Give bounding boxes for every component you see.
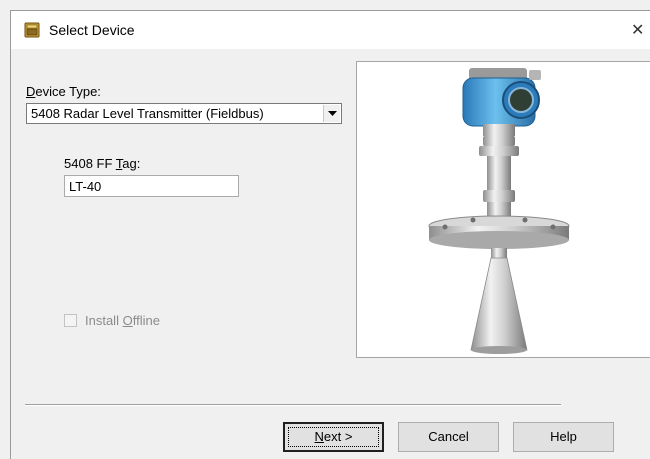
cancel-button[interactable]: Cancel <box>398 422 499 452</box>
chevron-down-icon <box>328 111 337 116</box>
focus-rectangle <box>288 427 379 447</box>
tag-label: 5408 FF Tag: <box>64 156 141 171</box>
device-preview-panel <box>356 61 650 358</box>
dropdown-button[interactable] <box>323 105 340 122</box>
title-bar: Select Device ✕ <box>11 11 650 49</box>
tag-value: LT-40 <box>69 179 102 194</box>
tag-input[interactable]: LT-40 <box>64 175 239 197</box>
help-button-label: Help <box>550 429 577 444</box>
radar-level-transmitter-image <box>428 68 570 354</box>
window-title: Select Device <box>49 22 135 38</box>
select-device-dialog: Select Device ✕ Device Type: 5408 Radar … <box>10 10 650 459</box>
device-type-value: 5408 Radar Level Transmitter (Fieldbus) <box>31 106 264 121</box>
device-type-dropdown[interactable]: 5408 Radar Level Transmitter (Fieldbus) <box>26 103 342 124</box>
install-offline-checkbox[interactable] <box>64 314 77 327</box>
device-type-label: Device Type: <box>26 84 101 99</box>
close-button[interactable]: ✕ <box>631 11 650 49</box>
help-button[interactable]: Help <box>513 422 614 452</box>
close-icon: ✕ <box>631 20 645 39</box>
install-offline-label: Install Offline <box>85 313 160 328</box>
footer-separator <box>25 404 561 406</box>
cancel-button-label: Cancel <box>428 429 469 444</box>
next-button[interactable]: Next > <box>283 422 384 452</box>
device-folder-icon <box>24 22 40 38</box>
